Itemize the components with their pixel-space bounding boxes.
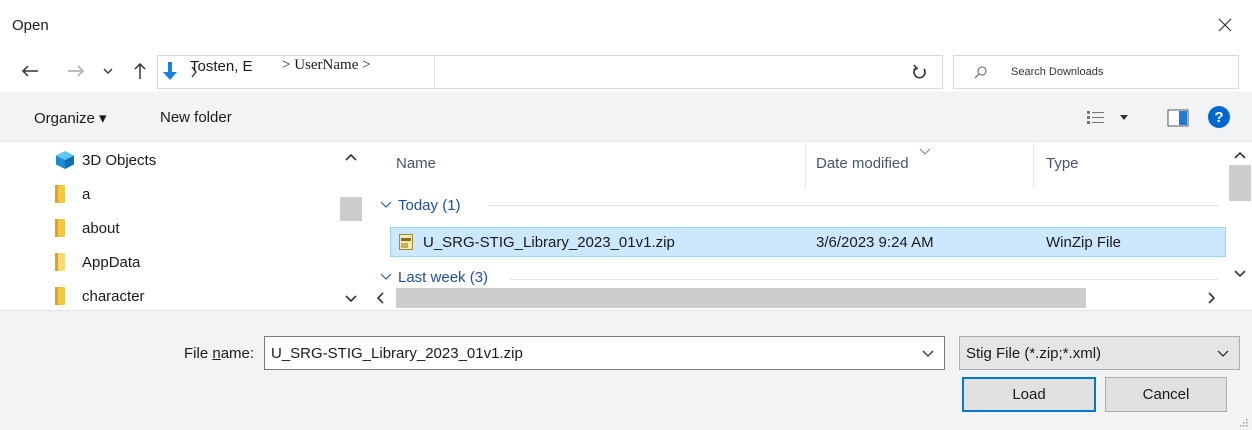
command-toolbar: Organize ▾ New folder ? bbox=[0, 92, 1252, 142]
file-type-value: Stig File (*.zip;*.xml) bbox=[966, 345, 1102, 362]
refresh-button[interactable] bbox=[904, 58, 936, 86]
nav-item-label: 3D Objects bbox=[82, 151, 157, 169]
chevron-down-icon bbox=[1217, 350, 1229, 357]
group-header-last-week[interactable]: Last week (3) bbox=[380, 266, 488, 288]
file-name-cell: U_SRG-STIG_Library_2023_01v1.zip bbox=[423, 234, 675, 251]
details-view-icon bbox=[1087, 111, 1104, 124]
nav-item-a[interactable]: a bbox=[55, 177, 90, 211]
chevron-down-icon bbox=[345, 295, 357, 303]
column-header-date-modified[interactable]: Date modified bbox=[816, 155, 909, 172]
back-button[interactable] bbox=[18, 58, 42, 84]
forward-arrow-icon bbox=[68, 65, 85, 77]
column-header-type[interactable]: Type bbox=[1046, 155, 1079, 172]
3d-objects-icon bbox=[56, 151, 74, 169]
forward-button[interactable] bbox=[64, 58, 88, 84]
address-divider bbox=[434, 56, 435, 88]
back-arrow-icon bbox=[21, 65, 38, 77]
type-cell: WinZip File bbox=[1046, 234, 1122, 251]
chevron-down-icon bbox=[1234, 270, 1246, 278]
sort-chevron-icon bbox=[919, 143, 931, 160]
dialog-footer: File name: U_SRG-STIG_Library_2023_01v1.… bbox=[0, 310, 1252, 430]
search-icon bbox=[974, 65, 988, 83]
group-label: Today (1) bbox=[398, 196, 461, 214]
chevron-right-icon bbox=[1208, 292, 1216, 304]
file-list-vertical-scrollbar[interactable] bbox=[1228, 143, 1252, 287]
group-header-today[interactable]: Today (1) bbox=[380, 194, 461, 216]
folder-icon bbox=[55, 219, 65, 237]
scroll-left-button[interactable] bbox=[370, 287, 390, 309]
column-divider[interactable] bbox=[805, 143, 806, 187]
scroll-thumb[interactable] bbox=[396, 288, 1086, 308]
file-name-dropdown-button[interactable] bbox=[917, 343, 939, 365]
group-divider bbox=[488, 205, 1218, 206]
breadcrumb-user-folder[interactable]: Tosten, E bbox=[190, 58, 253, 75]
downloads-icon bbox=[162, 61, 178, 87]
chevron-down-icon bbox=[922, 350, 934, 357]
chevron-down-icon bbox=[1120, 115, 1128, 120]
nav-item-character[interactable]: character bbox=[55, 279, 145, 313]
date-modified-cell: 3/6/2023 9:24 AM bbox=[816, 234, 934, 251]
preview-pane-icon bbox=[1167, 109, 1189, 127]
load-button[interactable]: Load bbox=[962, 377, 1096, 412]
change-view-button[interactable] bbox=[1086, 107, 1132, 129]
close-icon bbox=[1218, 18, 1232, 32]
chevron-left-icon bbox=[376, 292, 384, 304]
up-button[interactable] bbox=[128, 58, 152, 84]
nav-item-label: AppData bbox=[82, 253, 141, 271]
help-button[interactable]: ? bbox=[1208, 106, 1230, 128]
address-bar[interactable] bbox=[157, 55, 1040, 89]
folder-icon bbox=[55, 185, 65, 203]
group-label: Last week (3) bbox=[398, 268, 489, 286]
chevron-down-icon bbox=[380, 273, 392, 280]
preview-pane-button[interactable] bbox=[1167, 109, 1189, 127]
folder-icon bbox=[55, 253, 65, 271]
recent-locations-button[interactable] bbox=[100, 58, 116, 84]
close-button[interactable] bbox=[1208, 10, 1242, 40]
scroll-up-button[interactable] bbox=[1228, 145, 1252, 165]
chevron-down-icon bbox=[103, 68, 113, 74]
search-input[interactable]: Search Downloads bbox=[953, 55, 1239, 89]
chevron-up-icon bbox=[1234, 151, 1246, 159]
new-folder-button[interactable]: New folder bbox=[160, 109, 232, 126]
column-divider[interactable] bbox=[1033, 143, 1034, 187]
file-list: Name Date modified Type Today (1) U_SRG-… bbox=[364, 143, 1252, 309]
column-header-name[interactable]: Name bbox=[396, 155, 436, 172]
nav-item-about[interactable]: about bbox=[55, 211, 120, 245]
file-type-select[interactable]: Stig File (*.zip;*.xml) bbox=[959, 336, 1240, 370]
search-placeholder: Search Downloads bbox=[1011, 66, 1104, 78]
table-row[interactable]: U_SRG-STIG_Library_2023_01v1.zip 3/6/202… bbox=[390, 227, 1226, 257]
address-row: Tosten, E > UserName > Search Downloads bbox=[0, 50, 1252, 92]
scroll-down-button[interactable] bbox=[340, 289, 362, 309]
scroll-thumb[interactable] bbox=[340, 197, 362, 221]
file-name-field[interactable]: U_SRG-STIG_Library_2023_01v1.zip bbox=[264, 336, 945, 370]
scroll-down-button[interactable] bbox=[1228, 263, 1252, 285]
window-title: Open bbox=[12, 17, 49, 34]
title-bar: Open bbox=[0, 0, 1252, 50]
cancel-button[interactable]: Cancel bbox=[1105, 377, 1227, 412]
up-arrow-icon bbox=[134, 62, 146, 79]
nav-item-label: about bbox=[82, 219, 120, 237]
nav-item-label: a bbox=[82, 185, 91, 203]
scroll-thumb[interactable] bbox=[1229, 165, 1251, 201]
resize-grip-icon[interactable] bbox=[1238, 417, 1248, 427]
organize-button[interactable]: Organize ▾ bbox=[34, 109, 107, 127]
scroll-up-button[interactable] bbox=[340, 147, 362, 167]
nav-item-appdata[interactable]: AppData bbox=[55, 245, 140, 279]
refresh-icon bbox=[913, 64, 926, 79]
file-type-dropdown-button[interactable] bbox=[1212, 343, 1234, 365]
group-divider bbox=[510, 279, 1218, 280]
navigation-pane: 3D Objects a about AppData character bbox=[0, 143, 362, 309]
nav-pane-scrollbar[interactable] bbox=[340, 143, 362, 309]
nav-item-label: character bbox=[82, 287, 145, 305]
chevron-down-icon bbox=[380, 201, 392, 208]
folder-icon bbox=[55, 287, 65, 305]
file-name-value: U_SRG-STIG_Library_2023_01v1.zip bbox=[271, 345, 523, 362]
file-name-label: File name: bbox=[184, 345, 255, 362]
winzip-file-icon bbox=[399, 234, 413, 250]
nav-item-3d-objects[interactable]: 3D Objects bbox=[55, 143, 156, 177]
scroll-right-button[interactable] bbox=[1202, 287, 1222, 309]
breadcrumb-username[interactable]: > UserName > bbox=[282, 57, 371, 74]
file-list-horizontal-scrollbar[interactable] bbox=[364, 287, 1228, 309]
chevron-up-icon bbox=[345, 153, 357, 161]
